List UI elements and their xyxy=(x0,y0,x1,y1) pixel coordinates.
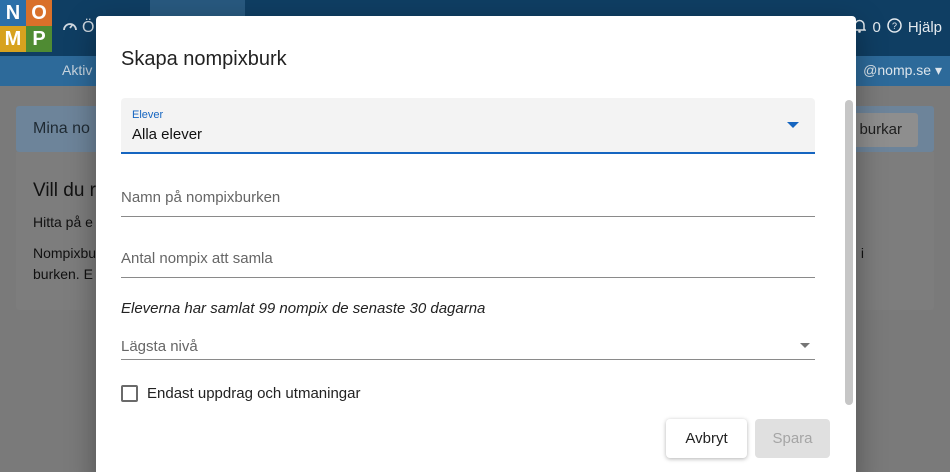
logo-letter-n: N xyxy=(0,0,26,26)
nav-item-overview-label: Ö xyxy=(82,18,95,36)
dashboard-icon xyxy=(62,18,78,37)
min-level-placeholder: Lägsta nivå xyxy=(121,338,198,355)
min-level-select[interactable]: Lägsta nivå xyxy=(121,328,815,360)
dropdown-arrow-icon xyxy=(787,122,799,128)
sub-nav-item[interactable]: Aktiv xyxy=(62,62,92,78)
only-missions-checkbox[interactable] xyxy=(121,384,138,402)
info-heading: Vill du r xyxy=(33,180,97,201)
save-button[interactable]: Spara xyxy=(755,419,830,458)
only-missions-option[interactable]: Endast uppdrag och utmaningar xyxy=(121,383,360,403)
only-missions-label[interactable]: Endast uppdrag och utmaningar xyxy=(147,385,360,402)
students-select-value: Alla elever xyxy=(132,126,203,143)
collected-info-text: Eleverna har samlat 99 nompix de senaste… xyxy=(121,300,486,317)
info-text-1: Hitta på e xyxy=(33,214,93,230)
account-menu[interactable]: @nomp.se ▾ xyxy=(863,62,942,79)
nomp-logo[interactable]: N O M P xyxy=(0,0,52,52)
logo-letter-p: P xyxy=(26,26,52,52)
logo-letter-m: M xyxy=(0,26,26,52)
nompix-count-field[interactable]: Antal nompix att samla xyxy=(121,238,815,278)
nav-item-overview[interactable]: Ö xyxy=(62,18,94,37)
svg-text:?: ? xyxy=(892,21,897,31)
dropdown-arrow-icon xyxy=(800,343,810,348)
scrollbar-thumb[interactable] xyxy=(845,100,853,405)
cancel-button[interactable]: Avbryt xyxy=(666,419,747,458)
info-text-2-end: i xyxy=(860,245,864,261)
students-select[interactable]: Elever Alla elever xyxy=(121,98,815,154)
logo-letter-o: O xyxy=(26,0,52,26)
jar-name-field[interactable]: Namn på nompixburken xyxy=(121,177,815,217)
help-link[interactable]: Hjälp xyxy=(908,19,942,36)
students-select-label: Elever xyxy=(132,109,164,121)
jar-name-placeholder: Namn på nompixburken xyxy=(121,189,281,206)
help-icon[interactable]: ? xyxy=(887,18,902,37)
info-text-3: burken. E xyxy=(33,266,93,282)
top-right-actions: 0 ? Hjälp xyxy=(852,18,942,37)
card-title: Mina no xyxy=(33,120,90,137)
caret-down-icon: ▾ xyxy=(934,62,942,78)
notification-count: 0 xyxy=(872,19,881,36)
create-jar-dialog: Skapa nompixburk Elever Alla elever Namn… xyxy=(96,16,856,472)
info-text-2: Nompixbu xyxy=(33,245,97,261)
nompix-count-placeholder: Antal nompix att samla xyxy=(121,250,273,267)
account-email: @nomp.se xyxy=(863,62,932,78)
dialog-scrollbar[interactable] xyxy=(844,100,854,420)
dialog-title: Skapa nompixburk xyxy=(121,48,287,70)
